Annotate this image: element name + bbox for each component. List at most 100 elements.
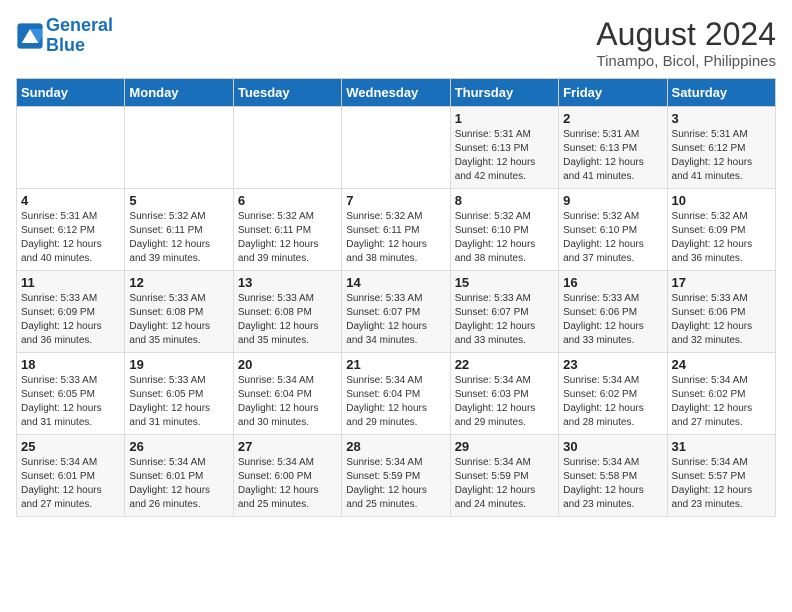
logo-line1: General bbox=[46, 15, 113, 35]
calendar-header-thursday: Thursday bbox=[450, 79, 558, 107]
calendar-cell: 23 Sunrise: 5:34 AM Sunset: 6:02 PM Dayli… bbox=[559, 353, 667, 435]
title-block: August 2024 Tinampo, Bicol, Philippines bbox=[596, 16, 776, 70]
day-number: 11 bbox=[21, 275, 120, 290]
calendar-cell: 28Sunrise: 5:34 AM Sunset: 5:59 PM Dayli… bbox=[342, 435, 450, 517]
day-info: Sunrise: 5:33 AM Sunset: 6:09 PM Dayligh… bbox=[21, 292, 120, 348]
calendar-cell: 15 Sunrise: 5:33 AM Sunset: 6:07 PM Dayli… bbox=[450, 271, 558, 353]
calendar-cell: 14 Sunrise: 5:33 AM Sunset: 6:07 PM Dayli… bbox=[342, 271, 450, 353]
day-info: Sunrise: 5:31 AM Sunset: 6:12 PM Dayligh… bbox=[672, 128, 771, 184]
calendar-cell: 30 Sunrise: 5:34 AM Sunset: 5:58 PM Dayli… bbox=[559, 435, 667, 517]
day-info: Sunrise: 5:33 AM Sunset: 6:07 PM Dayligh… bbox=[455, 292, 554, 348]
calendar-header-saturday: Saturday bbox=[667, 79, 775, 107]
day-info: Sunrise: 5:34 AM Sunset: 6:04 PM Dayligh… bbox=[346, 374, 445, 430]
calendar-cell: 1 Sunrise: 5:31 AM Sunset: 6:13 PM Daylig… bbox=[450, 107, 558, 189]
day-info: Sunrise: 5:34 AM Sunset: 6:01 PM Dayligh… bbox=[21, 456, 120, 512]
day-number: 29 bbox=[455, 439, 554, 454]
calendar-week-row: 11 Sunrise: 5:33 AM Sunset: 6:09 PM Dayli… bbox=[17, 271, 776, 353]
calendar-cell: 2 Sunrise: 5:31 AM Sunset: 6:13 PM Daylig… bbox=[559, 107, 667, 189]
day-info: Sunrise: 5:31 AM Sunset: 6:13 PM Dayligh… bbox=[563, 128, 662, 184]
day-number: 27 bbox=[238, 439, 337, 454]
calendar-week-row: 25 Sunrise: 5:34 AM Sunset: 6:01 PM Dayli… bbox=[17, 435, 776, 517]
calendar-cell: 19Sunrise: 5:33 AM Sunset: 6:05 PM Dayli… bbox=[125, 353, 233, 435]
day-info: Sunrise: 5:34 AM Sunset: 5:59 PM Dayligh… bbox=[455, 456, 554, 512]
day-number: 16 bbox=[563, 275, 662, 290]
day-number: 3 bbox=[672, 111, 771, 126]
day-info: Sunrise: 5:34 AM Sunset: 6:01 PM Dayligh… bbox=[129, 456, 228, 512]
calendar-cell: 22 Sunrise: 5:34 AM Sunset: 6:03 PM Dayli… bbox=[450, 353, 558, 435]
day-number: 7 bbox=[346, 193, 445, 208]
calendar-cell: 5 Sunrise: 5:32 AM Sunset: 6:11 PM Daylig… bbox=[125, 189, 233, 271]
page-header: General Blue August 2024 Tinampo, Bicol,… bbox=[16, 16, 776, 70]
calendar-cell bbox=[125, 107, 233, 189]
calendar-cell: 25 Sunrise: 5:34 AM Sunset: 6:01 PM Dayli… bbox=[17, 435, 125, 517]
day-info: Sunrise: 5:32 AM Sunset: 6:09 PM Dayligh… bbox=[672, 210, 771, 266]
day-number: 31 bbox=[672, 439, 771, 454]
calendar-header-friday: Friday bbox=[559, 79, 667, 107]
calendar-cell bbox=[233, 107, 341, 189]
calendar-cell: 4Sunrise: 5:31 AM Sunset: 6:12 PM Daylig… bbox=[17, 189, 125, 271]
day-number: 12 bbox=[129, 275, 228, 290]
day-number: 24 bbox=[672, 357, 771, 372]
day-number: 10 bbox=[672, 193, 771, 208]
calendar-cell: 20 Sunrise: 5:34 AM Sunset: 6:04 PM Dayli… bbox=[233, 353, 341, 435]
day-number: 25 bbox=[21, 439, 120, 454]
day-number: 8 bbox=[455, 193, 554, 208]
calendar-cell bbox=[342, 107, 450, 189]
calendar-cell: 29 Sunrise: 5:34 AM Sunset: 5:59 PM Dayli… bbox=[450, 435, 558, 517]
logo: General Blue bbox=[16, 16, 113, 56]
day-info: Sunrise: 5:33 AM Sunset: 6:06 PM Dayligh… bbox=[672, 292, 771, 348]
day-info: Sunrise: 5:34 AM Sunset: 6:02 PM Dayligh… bbox=[563, 374, 662, 430]
calendar-cell: 24Sunrise: 5:34 AM Sunset: 6:02 PM Dayli… bbox=[667, 353, 775, 435]
calendar-week-row: 4Sunrise: 5:31 AM Sunset: 6:12 PM Daylig… bbox=[17, 189, 776, 271]
day-number: 28 bbox=[346, 439, 445, 454]
calendar-cell: 16 Sunrise: 5:33 AM Sunset: 6:06 PM Dayli… bbox=[559, 271, 667, 353]
calendar-header-sunday: Sunday bbox=[17, 79, 125, 107]
day-info: Sunrise: 5:33 AM Sunset: 6:05 PM Dayligh… bbox=[129, 374, 228, 430]
day-info: Sunrise: 5:34 AM Sunset: 5:57 PM Dayligh… bbox=[672, 456, 771, 512]
calendar-table: SundayMondayTuesdayWednesdayThursdayFrid… bbox=[16, 78, 776, 517]
day-number: 18 bbox=[21, 357, 120, 372]
day-number: 30 bbox=[563, 439, 662, 454]
calendar-cell: 6Sunrise: 5:32 AM Sunset: 6:11 PM Daylig… bbox=[233, 189, 341, 271]
day-info: Sunrise: 5:34 AM Sunset: 6:04 PM Dayligh… bbox=[238, 374, 337, 430]
day-number: 21 bbox=[346, 357, 445, 372]
calendar-week-row: 1 Sunrise: 5:31 AM Sunset: 6:13 PM Daylig… bbox=[17, 107, 776, 189]
page-title: August 2024 bbox=[596, 16, 776, 53]
day-number: 15 bbox=[455, 275, 554, 290]
calendar-cell: 11 Sunrise: 5:33 AM Sunset: 6:09 PM Dayli… bbox=[17, 271, 125, 353]
calendar-cell: 12Sunrise: 5:33 AM Sunset: 6:08 PM Dayli… bbox=[125, 271, 233, 353]
day-number: 4 bbox=[21, 193, 120, 208]
day-info: Sunrise: 5:33 AM Sunset: 6:07 PM Dayligh… bbox=[346, 292, 445, 348]
day-number: 17 bbox=[672, 275, 771, 290]
calendar-cell: 13Sunrise: 5:33 AM Sunset: 6:08 PM Dayli… bbox=[233, 271, 341, 353]
day-info: Sunrise: 5:34 AM Sunset: 5:58 PM Dayligh… bbox=[563, 456, 662, 512]
calendar-cell: 8 Sunrise: 5:32 AM Sunset: 6:10 PM Daylig… bbox=[450, 189, 558, 271]
calendar-cell: 31 Sunrise: 5:34 AM Sunset: 5:57 PM Dayli… bbox=[667, 435, 775, 517]
calendar-header-monday: Monday bbox=[125, 79, 233, 107]
calendar-header-tuesday: Tuesday bbox=[233, 79, 341, 107]
day-info: Sunrise: 5:33 AM Sunset: 6:05 PM Dayligh… bbox=[21, 374, 120, 430]
calendar-header-wednesday: Wednesday bbox=[342, 79, 450, 107]
logo-icon bbox=[16, 22, 44, 50]
calendar-cell: 17 Sunrise: 5:33 AM Sunset: 6:06 PM Dayli… bbox=[667, 271, 775, 353]
day-number: 2 bbox=[563, 111, 662, 126]
calendar-cell: 18 Sunrise: 5:33 AM Sunset: 6:05 PM Dayli… bbox=[17, 353, 125, 435]
day-number: 14 bbox=[346, 275, 445, 290]
day-number: 23 bbox=[563, 357, 662, 372]
calendar-cell: 7Sunrise: 5:32 AM Sunset: 6:11 PM Daylig… bbox=[342, 189, 450, 271]
day-info: Sunrise: 5:33 AM Sunset: 6:06 PM Dayligh… bbox=[563, 292, 662, 348]
day-number: 1 bbox=[455, 111, 554, 126]
day-number: 22 bbox=[455, 357, 554, 372]
calendar-week-row: 18 Sunrise: 5:33 AM Sunset: 6:05 PM Dayli… bbox=[17, 353, 776, 435]
day-info: Sunrise: 5:34 AM Sunset: 6:00 PM Dayligh… bbox=[238, 456, 337, 512]
day-info: Sunrise: 5:34 AM Sunset: 6:03 PM Dayligh… bbox=[455, 374, 554, 430]
day-number: 9 bbox=[563, 193, 662, 208]
day-info: Sunrise: 5:31 AM Sunset: 6:13 PM Dayligh… bbox=[455, 128, 554, 184]
day-number: 5 bbox=[129, 193, 228, 208]
calendar-cell: 27 Sunrise: 5:34 AM Sunset: 6:00 PM Dayli… bbox=[233, 435, 341, 517]
day-number: 20 bbox=[238, 357, 337, 372]
calendar-cell: 10 Sunrise: 5:32 AM Sunset: 6:09 PM Dayli… bbox=[667, 189, 775, 271]
day-info: Sunrise: 5:32 AM Sunset: 6:11 PM Dayligh… bbox=[238, 210, 337, 266]
day-info: Sunrise: 5:32 AM Sunset: 6:10 PM Dayligh… bbox=[455, 210, 554, 266]
day-info: Sunrise: 5:32 AM Sunset: 6:11 PM Dayligh… bbox=[129, 210, 228, 266]
